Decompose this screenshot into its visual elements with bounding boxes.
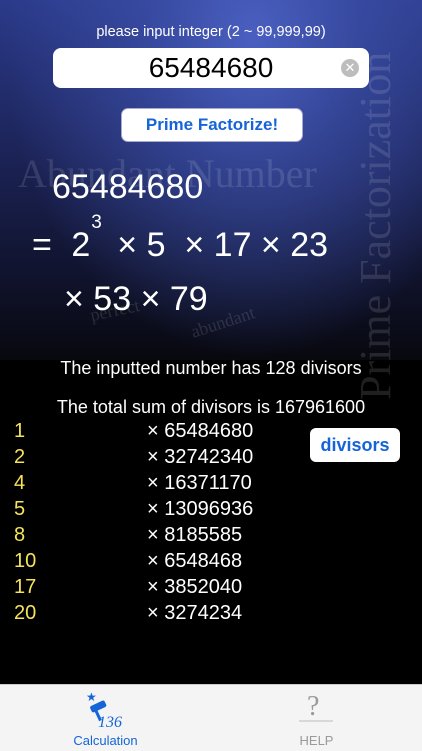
tab-bar: ★ 136 Calculation ? HELP (0, 684, 422, 751)
factorization-line-2: × 53 × 79 (64, 280, 208, 318)
divisor-count-text: The inputted number has 128 divisors (60, 358, 362, 378)
calculation-icon-text: 136 (98, 714, 122, 731)
tab-calculation-label: Calculation (73, 733, 138, 748)
help-icon-text: ? (307, 691, 319, 722)
result-number: 65484680 (52, 168, 204, 206)
factor-exponent: 3 (91, 212, 102, 233)
quotient-value: × 16371170 (147, 472, 252, 494)
quotient-value: × 3274234 (147, 602, 243, 620)
divisor-value: 8 (14, 524, 26, 546)
quotient-value: × 6548468 (147, 550, 243, 572)
divisor-list[interactable]: 1 × 65484680 2 × 32742340 4 × 16371170 5 × 1… (0, 420, 300, 620)
list-item: 20 × 3274234 (0, 602, 300, 620)
equals-sign: = (32, 226, 52, 264)
quotient-value: × 3852040 (147, 576, 243, 598)
divisors-button[interactable]: divisors (310, 428, 400, 462)
prime-factorize-button[interactable]: Prime Factorize! (121, 108, 303, 142)
factor-base: 2 (71, 226, 91, 264)
divisor-value: 17 (14, 576, 37, 598)
integer-input-field[interactable]: ✕ (53, 48, 369, 88)
list-item: 5 × 13096936 (0, 498, 300, 524)
tab-calculation[interactable]: ★ 136 Calculation (0, 685, 211, 751)
factorization-line-1: = 23 × 5 × 17 × 23 (32, 212, 329, 265)
quotient-value: × 65484680 (147, 420, 254, 442)
quotient-value: × 32742340 (147, 446, 254, 468)
factor-rest: × 5 × 17 × 23 (117, 226, 329, 264)
quotient-value: × 13096936 (147, 498, 254, 520)
calculation-icon: ★ 136 (86, 690, 122, 731)
list-item: 2 × 32742340 (0, 446, 300, 472)
list-item: 4 × 16371170 (0, 472, 300, 498)
divisor-value: 4 (14, 472, 26, 494)
bg-prime-factorization-text: Prime Factorization (351, 51, 400, 400)
help-icon: ? (299, 691, 333, 722)
svg-text:★: ★ (86, 690, 97, 704)
tab-help-label: HELP (299, 733, 334, 748)
list-item: 10 × 6548468 (0, 550, 300, 576)
divisor-value: 5 (14, 498, 26, 520)
quotient-value: × 8185585 (147, 524, 243, 546)
divisor-value: 1 (14, 420, 26, 442)
list-item: 8 × 8185585 (0, 524, 300, 550)
clear-icon[interactable]: ✕ (341, 59, 359, 77)
tab-help[interactable]: ? HELP (211, 685, 422, 751)
input-prompt: please input integer (2 ~ 99,999,99) (96, 24, 326, 40)
divisor-value: 2 (14, 446, 26, 468)
list-item: 1 × 65484680 (0, 420, 300, 446)
divisor-sum-text: The total sum of divisors is 167961600 (56, 397, 366, 417)
divisor-value: 10 (14, 550, 37, 572)
divisor-value: 20 (14, 602, 37, 620)
integer-input[interactable] (81, 48, 341, 88)
list-item: 17 × 3852040 (0, 576, 300, 602)
